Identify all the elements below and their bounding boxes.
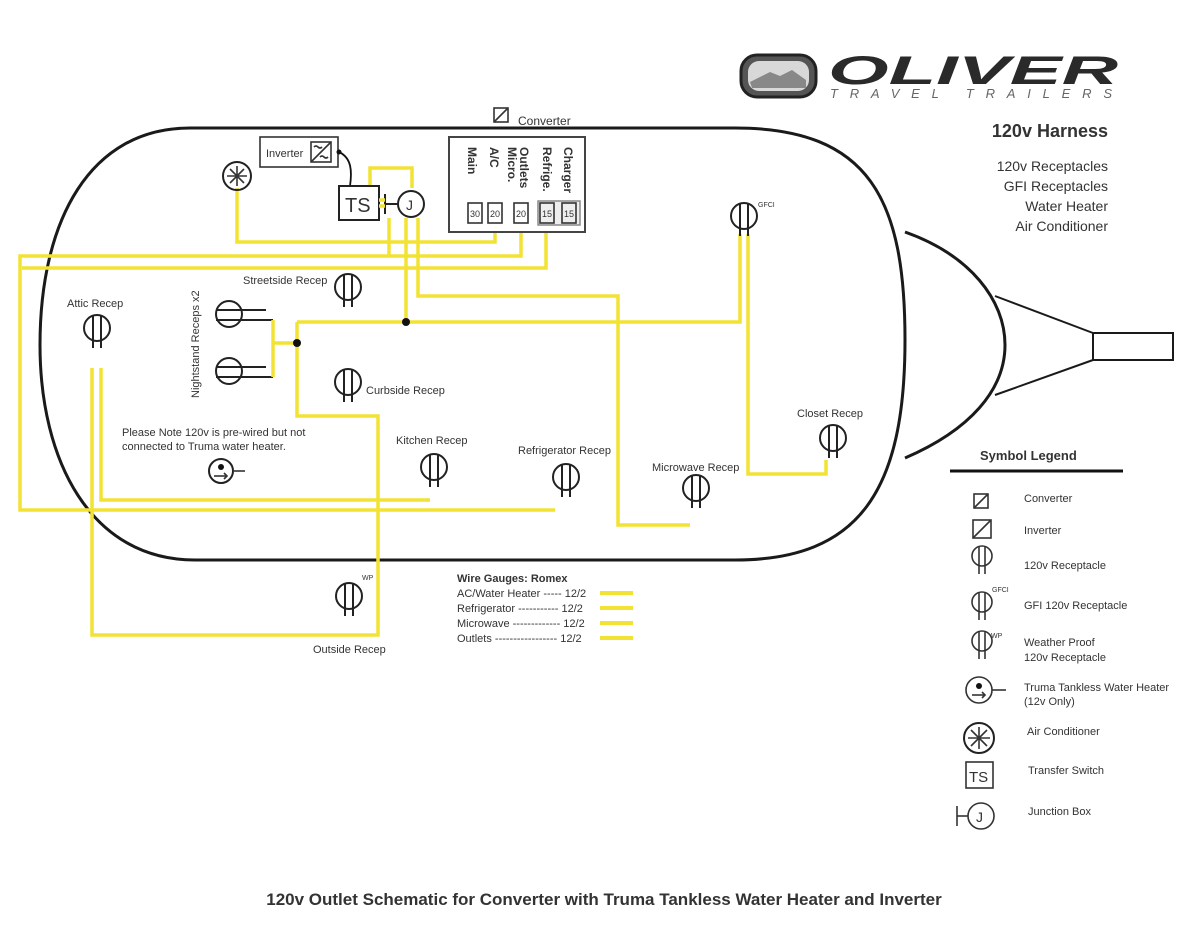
svg-text:Microwave ------------- 12/2: Microwave ------------- 12/2	[457, 618, 585, 630]
junction-box: J	[385, 190, 425, 218]
streetside-receptacle: Streetside Recep	[243, 273, 362, 308]
svg-text:Transfer Switch: Transfer Switch	[1028, 765, 1104, 777]
outside-receptacle: WP Outside Recep	[313, 575, 386, 656]
svg-text:Nightstand Receps x2: Nightstand Receps x2	[190, 290, 202, 398]
svg-text:GFCI: GFCI	[758, 202, 775, 209]
svg-text:15: 15	[564, 209, 574, 219]
svg-text:Kitchen Recep: Kitchen Recep	[396, 435, 468, 447]
legend-air-conditioner: Air Conditioner	[963, 722, 1100, 754]
svg-text:Truma Tankless Water Heater: Truma Tankless Water Heater	[1024, 682, 1169, 694]
wire-gauges: Wire Gauges: Romex AC/Water Heater -----…	[457, 573, 633, 645]
svg-text:WP: WP	[362, 575, 374, 582]
junction-dot	[402, 318, 410, 326]
weatherproof-receptacle-icon	[971, 630, 993, 659]
truma-note: Please Note 120v is pre-wired but not co…	[122, 427, 305, 453]
svg-text:Refrige.: Refrige.	[540, 147, 554, 192]
svg-text:120v Receptacle: 120v Receptacle	[1024, 560, 1106, 572]
svg-text:GFI 120v Receptacle: GFI 120v Receptacle	[1024, 600, 1127, 612]
svg-text:30: 30	[470, 209, 480, 219]
nightstand-receptacles: Nightstand Receps x2	[190, 290, 275, 398]
kitchen-receptacle: Kitchen Recep	[396, 435, 468, 488]
svg-text:GFCI: GFCI	[992, 587, 1009, 594]
inverter: Inverter	[259, 136, 352, 187]
legend-water-heater: Truma Tankless Water Heater (12v Only)	[965, 676, 1169, 708]
svg-text:Wire Gauges: Romex: Wire Gauges: Romex	[457, 573, 568, 585]
caption: 120v Outlet Schematic for Converter with…	[266, 890, 942, 909]
svg-text:TS: TS	[345, 195, 371, 217]
svg-text:GFI Receptacles: GFI Receptacles	[1004, 178, 1108, 194]
svg-text:Weather Proof: Weather Proof	[1024, 637, 1096, 649]
attic-receptacle: Attic Recep	[67, 298, 123, 349]
air-conditioner-icon	[222, 161, 252, 191]
legend-gfci: GFCI GFI 120v Receptacle	[971, 587, 1127, 620]
svg-text:J: J	[976, 809, 983, 825]
svg-text:TRAVEL TRAILERS: TRAVEL TRAILERS	[830, 86, 1112, 101]
oliver-logo: OLIVER TRAVEL TRAILERS	[739, 49, 1118, 101]
svg-text:Please Note 120v is pre-wired: Please Note 120v is pre-wired but not	[122, 427, 305, 439]
svg-text:120v Harness: 120v Harness	[992, 121, 1108, 141]
svg-text:TS: TS	[969, 769, 988, 786]
svg-text:Charger: Charger	[561, 147, 575, 193]
svg-text:120v Receptacles: 120v Receptacles	[997, 158, 1108, 174]
svg-text:120v Receptacle: 120v Receptacle	[1024, 652, 1106, 664]
schematic-canvas: Converter Main 30 A/C 20 Outlets Micro. …	[18, 49, 1174, 909]
svg-text:Refrigerator ----------- 12/2: Refrigerator ----------- 12/2	[457, 603, 583, 615]
refrigerator-receptacle: Refrigerator Recep	[518, 445, 611, 498]
transfer-switch: TS	[338, 185, 386, 221]
legend-converter: Converter	[973, 493, 1073, 509]
svg-text:20: 20	[490, 209, 500, 219]
svg-text:WP: WP	[991, 633, 1003, 640]
wiring	[18, 166, 828, 637]
svg-text:Micro.: Micro.	[505, 147, 519, 182]
svg-text:Attic Recep: Attic Recep	[67, 298, 123, 310]
gauge-swatch	[600, 606, 633, 610]
legend-inverter: Inverter	[972, 519, 1062, 539]
curbside-receptacle: Curbside Recep	[334, 368, 445, 403]
legend-transfer-switch: TS Transfer Switch	[965, 761, 1104, 789]
gauge-swatch	[600, 591, 633, 595]
converter-label: Converter	[518, 114, 571, 128]
svg-text:Junction Box: Junction Box	[1028, 806, 1091, 818]
svg-text:Converter: Converter	[1024, 493, 1073, 505]
svg-text:15: 15	[542, 209, 552, 219]
gfci-receptacle-icon	[971, 591, 993, 620]
gfci-receptacle: GFCI	[730, 202, 775, 237]
junction-dot	[293, 339, 301, 347]
legend-receptacle: 120v Receptacle	[971, 545, 1106, 574]
svg-text:Air Conditioner: Air Conditioner	[1027, 726, 1100, 738]
legend-weatherproof: WP Weather Proof 120v Receptacle	[971, 630, 1106, 664]
svg-text:connected to Truma water heate: connected to Truma water heater.	[122, 441, 286, 453]
water-heater-icon	[965, 676, 1006, 704]
svg-text:Air Conditioner: Air Conditioner	[1015, 218, 1108, 234]
svg-text:Main: Main	[465, 147, 479, 174]
svg-text:Water Heater: Water Heater	[1025, 198, 1108, 214]
svg-text:Streetside Recep: Streetside Recep	[243, 275, 327, 287]
svg-text:Inverter: Inverter	[266, 148, 304, 160]
receptacle-icon	[971, 545, 993, 574]
inverter-icon	[310, 141, 332, 163]
symbol-legend: Symbol Legend Converter Inverter 120v Re…	[950, 448, 1169, 830]
microwave-receptacle: Microwave Recep	[652, 462, 739, 509]
closet-receptacle: Closet Recep	[797, 408, 863, 459]
gauge-swatch	[600, 621, 633, 625]
svg-text:Outside Recep: Outside Recep	[313, 644, 386, 656]
svg-text:J: J	[406, 197, 413, 213]
water-heater-icon	[208, 458, 245, 484]
svg-text:Microwave Recep: Microwave Recep	[652, 462, 739, 474]
air-conditioner-icon	[963, 722, 995, 754]
harness-info: 120v Harness 120v Receptacles GFI Recept…	[992, 121, 1108, 234]
legend-junction-box: J Junction Box	[956, 802, 1091, 830]
breaker-charger: Charger 15	[561, 147, 577, 224]
svg-text:AC/Water Heater ----- 12/2: AC/Water Heater ----- 12/2	[457, 588, 586, 600]
svg-text:20: 20	[516, 209, 526, 219]
svg-text:(12v Only): (12v Only)	[1024, 696, 1075, 708]
svg-text:Symbol Legend: Symbol Legend	[980, 448, 1077, 463]
svg-text:Closet Recep: Closet Recep	[797, 408, 863, 420]
svg-text:Inverter: Inverter	[1024, 525, 1062, 537]
svg-text:Refrigerator Recep: Refrigerator Recep	[518, 445, 611, 457]
svg-text:Outlets ----------------- 12/2: Outlets ----------------- 12/2	[457, 633, 582, 645]
gauge-swatch	[600, 636, 633, 640]
svg-text:Curbside Recep: Curbside Recep	[366, 385, 445, 397]
svg-text:A/C: A/C	[487, 147, 501, 168]
